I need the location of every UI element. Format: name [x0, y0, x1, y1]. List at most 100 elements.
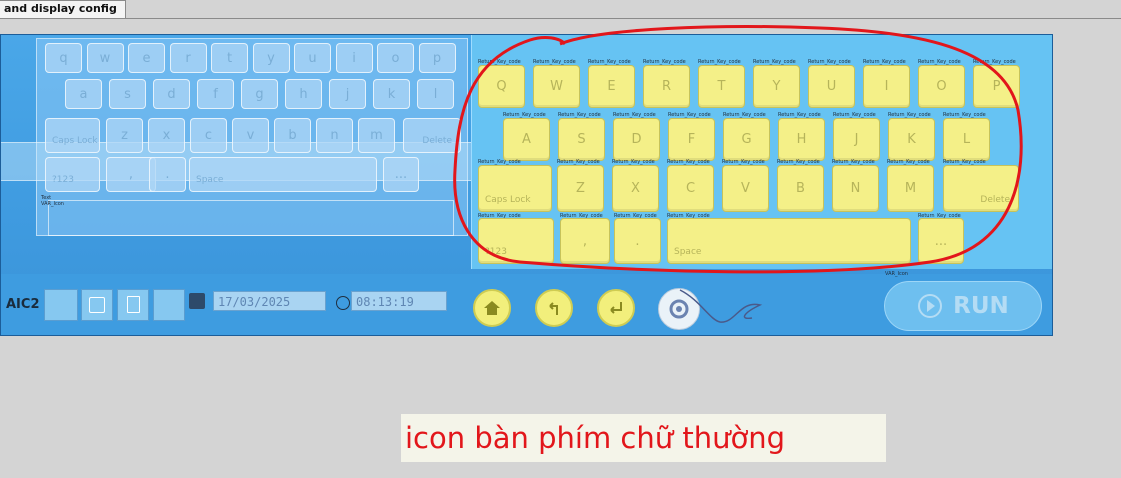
var-icon-tag: VAR_Icon [41, 201, 64, 207]
key-e[interactable]: e [128, 43, 165, 73]
back-button[interactable] [535, 289, 573, 327]
key-W[interactable]: W [533, 65, 580, 108]
key-label: . [635, 233, 640, 249]
key-b[interactable]: b [274, 118, 311, 153]
key-U[interactable]: U [808, 65, 855, 108]
key-F[interactable]: F [668, 118, 715, 161]
key-Q[interactable]: Q [478, 65, 525, 108]
key-S[interactable]: S [558, 118, 605, 161]
key-G[interactable]: G [723, 118, 770, 161]
key-space[interactable]: Space [667, 218, 911, 264]
key-I[interactable]: I [863, 65, 910, 108]
key-N[interactable]: N [832, 165, 879, 212]
key-label: e [142, 50, 151, 66]
run-button[interactable]: RUN [884, 281, 1042, 331]
key-label: Delete [422, 136, 452, 146]
key-period[interactable]: . [614, 218, 661, 264]
key-z[interactable]: z [106, 118, 143, 153]
key-m[interactable]: m [358, 118, 395, 153]
key-Z[interactable]: Z [557, 165, 604, 212]
var-icon-tag: VAR_Icon [885, 271, 908, 277]
key-C[interactable]: C [667, 165, 714, 212]
var-icon-box [117, 289, 149, 321]
enter-icon [610, 302, 622, 314]
key-H[interactable]: H [778, 118, 825, 161]
key-t[interactable]: t [211, 43, 248, 73]
key-X[interactable]: X [612, 165, 659, 212]
key-space[interactable]: Space [189, 157, 377, 192]
key-E[interactable]: E [588, 65, 635, 108]
key-l[interactable]: l [417, 79, 454, 109]
back-arrow-icon [549, 302, 558, 315]
key-s[interactable]: s [109, 79, 146, 109]
key-L[interactable]: L [943, 118, 990, 161]
key-w[interactable]: w [86, 43, 124, 73]
key-d[interactable]: d [153, 79, 190, 109]
key-label: C [685, 181, 696, 196]
key-num[interactable]: ?123 [478, 218, 554, 264]
key-o[interactable]: o [377, 43, 414, 73]
key-P[interactable]: P [973, 65, 1020, 108]
gear-icon [669, 299, 689, 319]
key-v[interactable]: v [232, 118, 269, 153]
key-y[interactable]: y [252, 43, 290, 73]
key-R[interactable]: R [643, 65, 690, 108]
key-label: K [907, 132, 916, 147]
key-label: s [124, 86, 131, 102]
key-label: R [661, 79, 672, 94]
settings-button[interactable] [658, 288, 700, 330]
key-M[interactable]: M [887, 165, 934, 212]
key-dots[interactable]: ... [918, 218, 964, 264]
key-label: F [687, 132, 696, 147]
date-field: 17/03/2025 [213, 291, 326, 311]
key-j[interactable]: j [329, 79, 366, 109]
key-caps-lock[interactable]: Caps Lock [478, 165, 552, 212]
key-delete[interactable]: Delete [943, 165, 1019, 212]
key-K[interactable]: K [888, 118, 935, 161]
key-D[interactable]: D [613, 118, 660, 161]
key-J[interactable]: J [833, 118, 880, 161]
enter-button[interactable] [597, 289, 635, 327]
key-T[interactable]: T [698, 65, 745, 108]
key-h[interactable]: h [285, 79, 322, 109]
key-g[interactable]: g [241, 79, 278, 109]
key-label: O [936, 79, 947, 94]
clock-icon [336, 296, 350, 310]
key-r[interactable]: r [169, 43, 207, 73]
key-num[interactable]: ?123 [45, 157, 100, 192]
tab-strip: and display config [0, 0, 1121, 19]
key-label: h [299, 86, 308, 102]
key-label: o [391, 50, 400, 66]
device-label: AIC2 [6, 297, 40, 312]
key-u[interactable]: u [294, 43, 331, 73]
key-B[interactable]: B [777, 165, 824, 212]
key-label: c [204, 128, 213, 143]
key-comma[interactable]: , [560, 218, 610, 264]
key-delete[interactable]: Delete [403, 118, 461, 153]
key-label: m [370, 128, 383, 143]
key-label: , [582, 233, 588, 249]
key-a[interactable]: a [65, 79, 102, 109]
key-V[interactable]: V [722, 165, 769, 212]
key-O[interactable]: O [918, 65, 965, 108]
key-period[interactable]: . [149, 157, 186, 192]
key-i[interactable]: i [335, 43, 373, 73]
key-n[interactable]: n [316, 118, 353, 153]
key-label: L [962, 132, 971, 147]
key-x[interactable]: x [148, 118, 185, 153]
key-A[interactable]: A [503, 118, 550, 161]
key-label: V [741, 181, 750, 196]
text-display-box [48, 200, 454, 236]
key-dots[interactable]: ... [383, 157, 419, 192]
key-q[interactable]: q [45, 43, 82, 73]
key-label: r [185, 50, 191, 66]
key-f[interactable]: f [197, 79, 234, 109]
key-Y[interactable]: Y [753, 65, 800, 108]
key-caps-lock[interactable]: Caps Lock [45, 118, 100, 153]
key-k[interactable]: k [373, 79, 410, 109]
var-icon-box [81, 289, 113, 321]
home-button[interactable] [473, 289, 511, 327]
key-p[interactable]: p [418, 43, 456, 73]
key-c[interactable]: c [190, 118, 227, 153]
tab-display-config[interactable]: and display config [0, 0, 126, 18]
